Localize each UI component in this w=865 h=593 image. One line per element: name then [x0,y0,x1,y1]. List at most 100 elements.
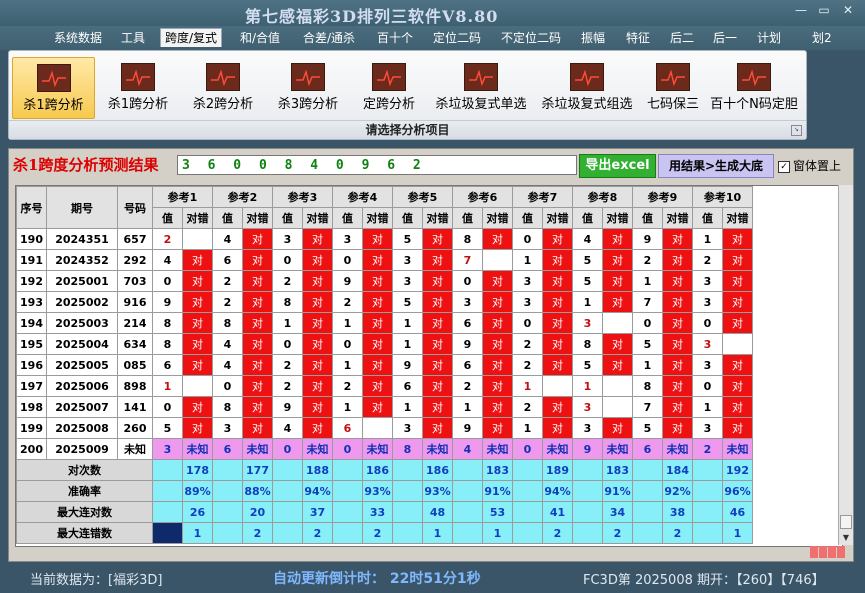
result-field[interactable]: 3 6 0 0 8 4 0 9 6 2 [177,155,577,175]
menu-tools[interactable]: 工具 [117,29,149,47]
ribbon-kill-junk-single-button[interactable]: 杀垃圾复式单选 [430,57,532,117]
chart-icon [570,63,604,91]
ref-value: 0 [212,375,243,397]
status-bar: 当前数据为：[福彩3D] 自动更新倒计时： 22时51分1秒 FC3D第 202… [0,564,865,593]
table-row[interactable]: 197 2025006 898 1 0 对 2 对 2 对 6 对 2 对 1 1 8 对 0 对 [16,375,753,397]
ref-result: 对 [662,228,693,250]
stats-spacer [692,522,723,544]
ribbon-button-label: 杀1跨分析 [107,97,169,112]
ref-value: 0 [272,438,303,460]
ref-result: 对 [302,228,333,250]
row-code: 634 [117,333,153,355]
menu-last-two[interactable]: 后二 [666,29,698,47]
menu-span-compound[interactable]: 跨度/复式 [160,28,223,47]
table-row[interactable]: 199 2025008 260 5 对 3 对 4 对 6 3 对 9 对 1 对 3 对 5 对 3 对 [16,417,753,439]
minimize-button[interactable]: — [790,3,812,17]
ref-value: 4 [212,333,243,355]
ref-result: 对 [182,270,213,292]
table-row[interactable]: 200 2025009 未知 3 未知 6 未知 0 未知 0 未知 8 未知 4 未知 0 未知 9 未知 6 未知 2… [16,438,753,460]
ref-result: 未知 [602,438,633,460]
stats-spacer [632,480,663,502]
row-seq: 196 [16,354,47,376]
column-header-ref: 参考6 [452,186,513,208]
ribbon-n-code-button[interactable]: 百十个N码定胆 [707,57,801,117]
ref-value: 3 [692,291,723,313]
column-header-code: 号码 [117,186,153,229]
dialog-launcher-icon[interactable]: ↘ [791,125,802,136]
menu-plan[interactable]: 计划 [753,29,785,47]
ref-result: 对 [302,375,333,397]
ribbon-seven-code-button[interactable]: 七码保三 [642,57,704,117]
stats-spacer [692,501,723,523]
table-row[interactable]: 193 2025002 916 9 对 2 对 8 对 2 对 5 对 3 对 3 对 1 对 7 对 3 对 [16,291,753,313]
menu-diff[interactable]: 合差/通杀 [299,29,359,47]
ref-result: 未知 [722,438,753,460]
scrollbar-thumb[interactable] [840,515,852,529]
menu-sum[interactable]: 和/合值 [236,29,284,47]
ref-result: 未知 [422,438,453,460]
row-code: 703 [117,270,153,292]
ref-value: 2 [212,291,243,313]
ref-result: 对 [242,228,273,250]
table-row[interactable]: 196 2025005 085 6 对 4 对 2 对 1 对 9 对 6 对 2 对 5 对 1 对 3 对 [16,354,753,376]
ref-value: 3 [392,417,423,439]
chart-icon [206,63,240,91]
row-period: 2025006 [46,375,118,397]
checkbox-check-icon: ✓ [778,160,790,173]
pin-window-checkbox[interactable]: ✓ 窗体置上 [778,157,841,174]
analysis-table-container[interactable]: 序号 期号 号码 参考1 参考2 参考3 参考4 参考5 参考6 参考7 参考8 参考9 参考10 值对错… [15,185,843,547]
ribbon-fixed-span-button[interactable]: 定跨分析 [354,57,424,117]
ref-result: 对 [542,291,573,313]
column-header-ref: 参考7 [512,186,573,208]
stats-value: 183 [602,459,633,481]
ribbon-kill2-span-button[interactable]: 杀2跨分析 [184,57,262,117]
table-row[interactable]: 198 2025007 141 0 对 8 对 9 对 1 对 1 对 1 对 2 对 3 7 对 1 对 [16,396,753,418]
menu-feature[interactable]: 特征 [622,29,654,47]
stats-value: 188 [302,459,333,481]
vertical-scrollbar[interactable]: ▼ [838,185,853,545]
menu-system-data[interactable]: 系统数据 [50,29,106,47]
table-row[interactable]: 195 2025004 634 8 对 4 对 0 对 0 对 1 对 9 对 2 对 8 对 5 对 3 [16,333,753,355]
menu-amplitude[interactable]: 振幅 [577,29,609,47]
ribbon-kill1-span-alt-button[interactable]: 杀1跨分析 [99,57,177,117]
ref-value: 0 [512,312,543,334]
ribbon-panel: 杀1跨分析 杀1跨分析 杀2跨分析 杀3跨分析 定跨分析 杀垃圾复式单选 杀垃圾… [8,50,807,140]
menu-nonposition-two[interactable]: 不定位二码 [497,29,565,47]
menu-digits[interactable]: 百十个 [373,29,417,47]
column-header-value: 值 [272,207,303,229]
resize-grip[interactable] [810,546,850,560]
stats-value: 96% [722,480,753,502]
ribbon-kill-junk-group-button[interactable]: 杀垃圾复式组选 [536,57,638,117]
table-row[interactable]: 190 2024351 657 2 4 对 3 对 3 对 5 对 8 对 0 对 4 对 9 对 1 对 [16,228,753,250]
result-title: 杀1跨度分析预测结果 [13,156,159,174]
close-button[interactable]: ✕ [837,3,859,17]
ribbon-kill1-span-button[interactable]: 杀1跨分析 [12,57,95,119]
ref-value: 7 [632,396,663,418]
table-row[interactable]: 191 2024352 292 4 对 6 对 0 对 0 对 3 对 7 1 对 5 对 2 对 2 对 [16,249,753,271]
ref-value: 9 [332,270,363,292]
table-row[interactable]: 192 2025001 703 0 对 2 对 2 对 9 对 3 对 0 对 3 对 5 对 1 对 3 对 [16,270,753,292]
ribbon-kill3-span-button[interactable]: 杀3跨分析 [269,57,347,117]
menu-position-two[interactable]: 定位二码 [429,29,485,47]
maximize-button[interactable]: ▭ [813,3,835,17]
ref-result: 对 [182,417,213,439]
menu-extra[interactable]: 划2 [808,29,836,47]
row-period: 2024351 [46,228,118,250]
stats-value: 1 [422,522,453,544]
export-excel-button[interactable]: 导出excel [579,154,656,178]
column-header-ref: 参考1 [152,186,213,208]
ref-value: 3 [392,249,423,271]
column-header-result: 对错 [242,207,273,229]
table-row[interactable]: 194 2025003 214 8 对 8 对 1 对 1 对 1 对 6 对 0 对 3 0 对 0 对 [16,312,753,334]
stats-value: 189 [542,459,573,481]
stats-value: 94% [302,480,333,502]
generate-base-button[interactable]: 用结果>生成大底 [658,154,774,178]
ref-result: 对 [602,417,633,439]
ref-result: 对 [422,333,453,355]
ref-result: 对 [542,417,573,439]
ref-result: 对 [422,417,453,439]
ref-value: 6 [212,438,243,460]
ref-value: 0 [692,375,723,397]
scroll-down-icon[interactable]: ▼ [840,532,852,544]
menu-last-one[interactable]: 后一 [709,29,741,47]
